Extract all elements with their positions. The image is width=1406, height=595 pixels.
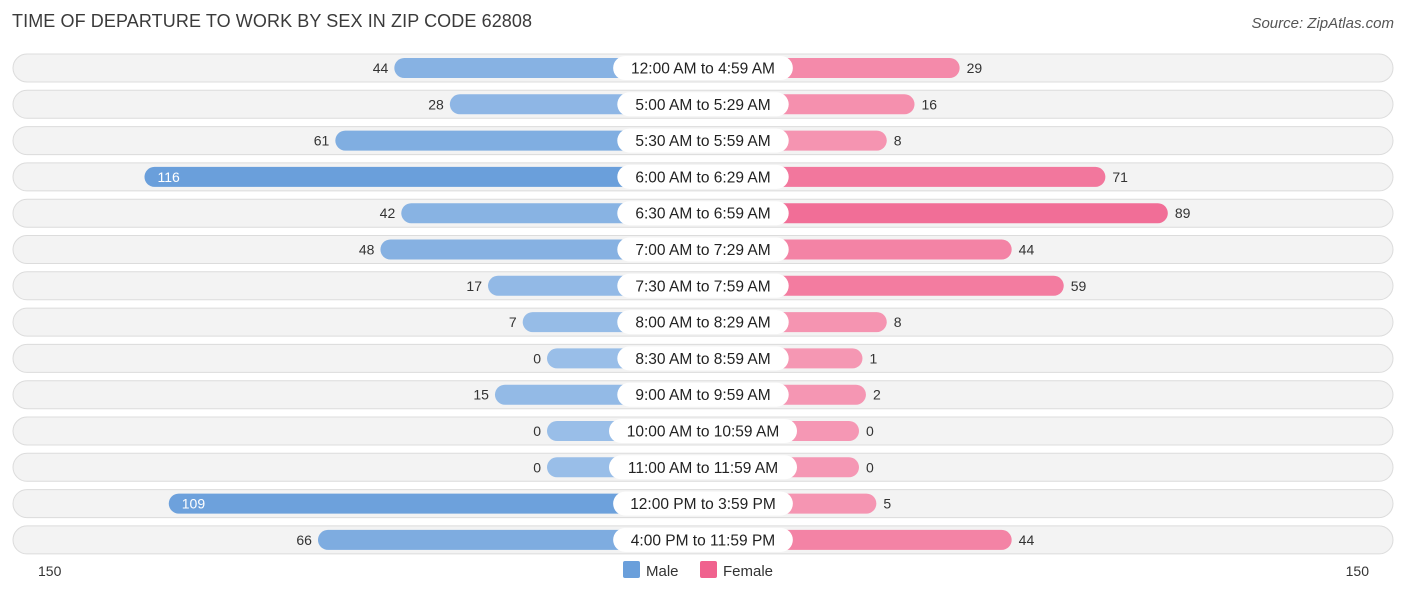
- chart: 12:00 AM to 4:59 AM 44 29 5:00 AM to 5:29 A…: [12, 53, 1394, 580]
- female-value-label: 2: [873, 387, 881, 403]
- male-value-label: 15: [473, 387, 489, 403]
- male-value-label: 17: [466, 278, 482, 294]
- chart-row: 6:30 AM to 6:59 AM 42 89: [12, 198, 1394, 228]
- category-label: 9:00 AM to 9:59 AM: [635, 387, 770, 404]
- chart-row: 7:30 AM to 7:59 AM 17 59: [12, 271, 1394, 301]
- category-label: 10:00 AM to 10:59 AM: [627, 424, 780, 441]
- male-value-label: 0: [533, 423, 541, 439]
- male-value-label: 0: [533, 350, 541, 366]
- male-value-label: 109: [182, 496, 206, 512]
- chart-row: 7:00 AM to 7:29 AM 48 44: [12, 235, 1394, 264]
- chart-row: 5:00 AM to 5:29 AM 28 16: [12, 89, 1394, 119]
- chart-row: 10:00 AM to 10:59 AM 0 0: [12, 416, 1394, 446]
- female-value-label: 8: [894, 133, 902, 149]
- category-label: 8:00 AM to 8:29 AM: [635, 315, 770, 332]
- male-value-label: 0: [533, 459, 541, 475]
- category-label: 7:30 AM to 7:59 AM: [635, 278, 770, 295]
- male-value-label: 28: [428, 96, 444, 112]
- category-label: 5:00 AM to 5:29 AM: [635, 97, 770, 114]
- female-value-label: 71: [1112, 169, 1128, 185]
- category-label: 11:00 AM to 11:59 AM: [628, 460, 778, 477]
- female-value-label: 29: [967, 60, 983, 76]
- female-value-label: 5: [883, 496, 891, 512]
- legend-swatch-female: [700, 561, 717, 578]
- chart-row: 5:30 AM to 5:59 AM 61 8: [12, 126, 1394, 156]
- chart-row: 8:00 AM to 8:29 AM 7 8: [12, 307, 1394, 337]
- chart-row: 9:00 AM to 9:59 AM 15 2: [12, 380, 1394, 410]
- legend: Male Female: [623, 561, 773, 580]
- category-label: 5:30 AM to 5:59 AM: [635, 133, 770, 150]
- category-label: 6:30 AM to 6:59 AM: [635, 206, 770, 223]
- female-value-label: 44: [1019, 532, 1035, 548]
- male-value-label: 61: [314, 133, 330, 149]
- axis-right-label: 150: [1346, 563, 1370, 579]
- chart-row: 6:00 AM to 6:29 AM 116 71: [12, 162, 1394, 192]
- female-value-label: 1: [869, 350, 877, 366]
- male-value-label: 44: [373, 60, 389, 76]
- category-label: 12:00 AM to 4:59 AM: [631, 61, 775, 78]
- female-value-label: 89: [1175, 205, 1191, 221]
- female-value-label: 0: [866, 459, 874, 475]
- legend-swatch-male: [623, 561, 640, 578]
- legend-label-male: Male: [646, 563, 679, 580]
- female-value-label: 59: [1071, 278, 1087, 294]
- male-value-label: 48: [359, 242, 375, 258]
- female-value-label: 0: [866, 423, 874, 439]
- male-value-label: 116: [157, 169, 180, 185]
- male-value-label: 66: [296, 532, 312, 548]
- female-value-label: 44: [1019, 242, 1035, 258]
- category-label: 6:00 AM to 6:29 AM: [635, 169, 770, 186]
- category-label: 12:00 PM to 3:59 PM: [630, 496, 776, 513]
- chart-row: 4:00 PM to 11:59 PM 66 44: [12, 525, 1394, 555]
- chart-row: 12:00 AM to 4:59 AM 44 29: [12, 53, 1394, 83]
- male-value-label: 7: [509, 314, 517, 330]
- category-label: 7:00 AM to 7:29 AM: [635, 242, 770, 259]
- category-label: 8:30 AM to 8:59 AM: [635, 351, 770, 368]
- axis-left-label: 150: [38, 563, 62, 579]
- female-value-label: 16: [922, 96, 938, 112]
- chart-row: 11:00 AM to 11:59 AM 0 0: [12, 452, 1394, 482]
- female-value-label: 8: [894, 314, 902, 330]
- legend-label-female: Female: [723, 563, 773, 580]
- chart-row: 12:00 PM to 3:59 PM 109 5: [12, 489, 1394, 519]
- category-label: 4:00 PM to 11:59 PM: [631, 532, 775, 549]
- male-value-label: 42: [380, 205, 396, 221]
- chart-row: 8:30 AM to 8:59 AM 0 1: [12, 343, 1394, 373]
